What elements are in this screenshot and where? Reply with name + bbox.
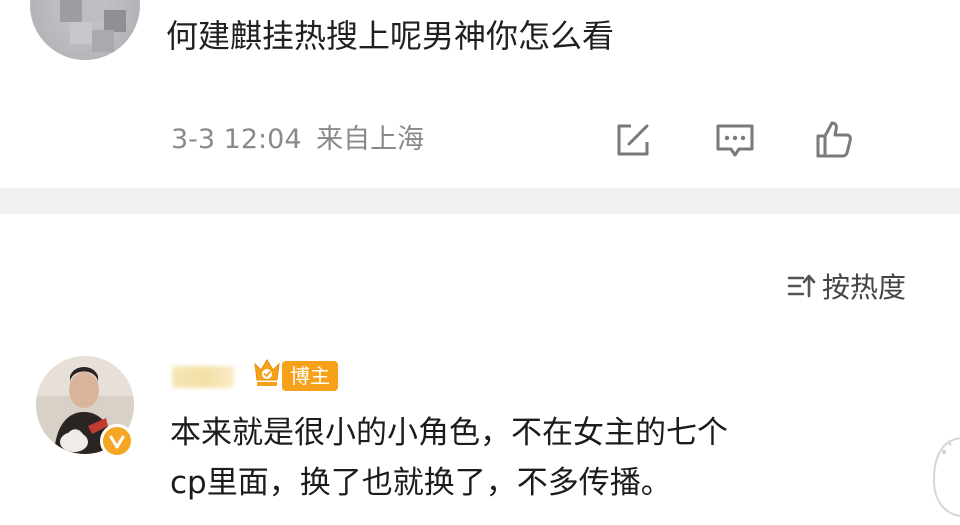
comment-text: 本来就是很小的小角色，不在女主的七个 cp里面，换了也就换了，不多传播。 [170, 408, 910, 508]
sort-icon [787, 274, 816, 298]
thumbs-up-icon [816, 121, 852, 158]
sort-by-hot-button[interactable]: 按热度 [786, 266, 906, 306]
sort-label: 按热度 [822, 271, 907, 304]
share-icon [617, 124, 649, 156]
post-meta: 3-3 12:04 来自上海 [171, 122, 424, 158]
verified-badge-icon [100, 424, 134, 458]
floating-emoji-button[interactable] [926, 430, 960, 520]
comment-icon [716, 124, 754, 157]
comment-line: cp里面，换了也就换了，不多传播。 [170, 465, 672, 501]
comment-button[interactable] [713, 118, 757, 162]
commenter-username-blurred[interactable] [172, 366, 234, 388]
post-text: 何建麒挂热搜上呢男神你怎么看 [166, 17, 615, 55]
crown-icon [252, 354, 282, 390]
post-timestamp: 3-3 12:04 [171, 124, 302, 155]
section-divider [0, 188, 960, 214]
blogger-badge: 博主 [282, 361, 338, 391]
like-button[interactable] [812, 118, 856, 162]
emoji-icon [932, 437, 960, 517]
post-location: 来自上海 [316, 124, 425, 155]
comment-line: 本来就是很小的小角色，不在女主的七个 [170, 415, 728, 451]
avatar[interactable] [30, 0, 140, 60]
share-button[interactable] [611, 118, 655, 162]
